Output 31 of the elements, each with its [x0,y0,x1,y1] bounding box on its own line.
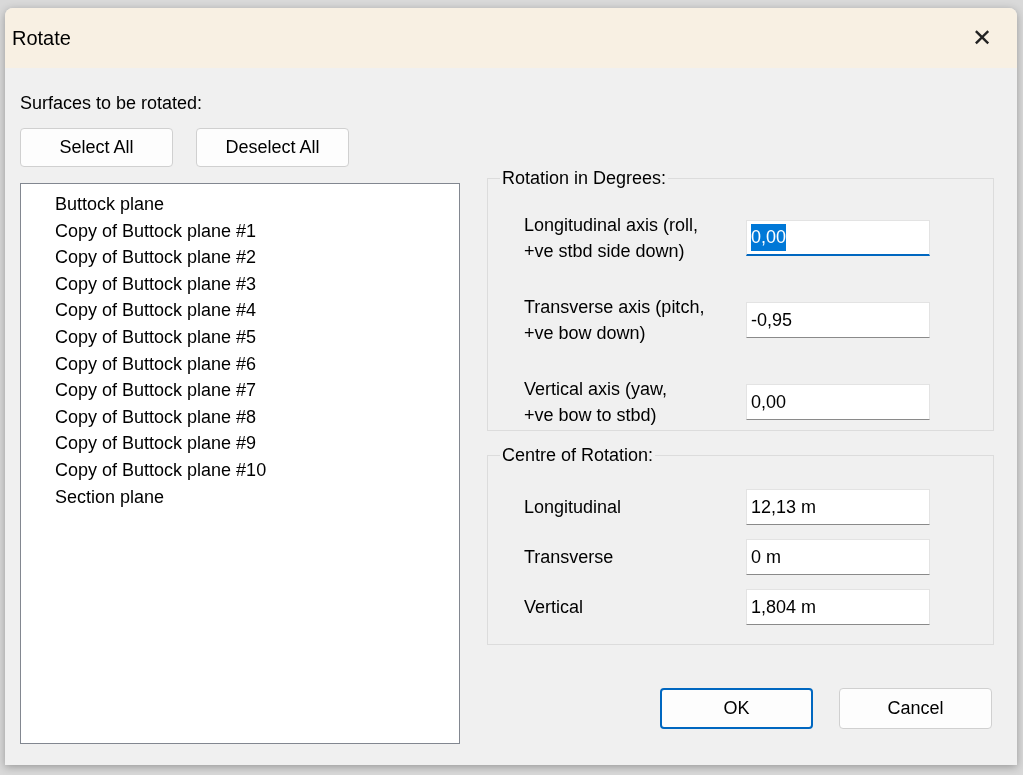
input-field[interactable]: 12,13 m [746,489,930,525]
list-item[interactable]: Section plane [54,483,166,511]
list-item[interactable]: Copy of Buttock plane #9 [54,430,258,457]
list-item[interactable]: Copy of Buttock plane #3 [54,270,258,298]
field-label: Transverse axis (pitch, +ve bow down) [523,296,706,345]
list-item[interactable]: Copy of Buttock plane #5 [54,323,258,351]
list-item[interactable]: Copy of Buttock plane #6 [54,350,258,378]
field-label: Vertical axis (yaw, +ve bow to stbd) [523,378,669,427]
input-field[interactable]: 0,00 [746,384,930,420]
close-button[interactable]: ✕ [967,23,997,53]
section-label: Surfaces to be rotated: [20,92,204,115]
list-item[interactable]: Copy of Buttock plane #1 [54,217,258,245]
dialog-button[interactable]: Cancel [839,688,992,729]
dialog-button[interactable]: OK [660,688,813,729]
input-field[interactable]: 0 m [746,539,930,575]
field-label: Transverse [523,546,615,569]
input-field[interactable]: 1,804 m [746,589,930,625]
input-field[interactable]: -0,95 [746,302,930,338]
list-item[interactable]: Copy of Buttock plane #10 [54,456,268,484]
list-item[interactable]: Copy of Buttock plane #2 [54,244,258,271]
field-label: Longitudinal [523,496,623,519]
toolbar-button[interactable]: Deselect All [196,128,349,167]
field-label: Longitudinal axis (roll, +ve stbd side down) [523,214,700,263]
list-item[interactable]: Copy of Buttock plane #7 [54,377,258,404]
toolbar-button[interactable]: Select All [20,128,173,167]
window-title: Rotate [12,26,71,51]
list-item[interactable]: Copy of Buttock plane #4 [54,297,258,324]
list-item[interactable]: Buttock plane [54,191,166,218]
input-field[interactable]: 0,00 [746,220,930,256]
field-label: Vertical [523,596,585,619]
list-item[interactable]: Copy of Buttock plane #8 [54,403,258,431]
